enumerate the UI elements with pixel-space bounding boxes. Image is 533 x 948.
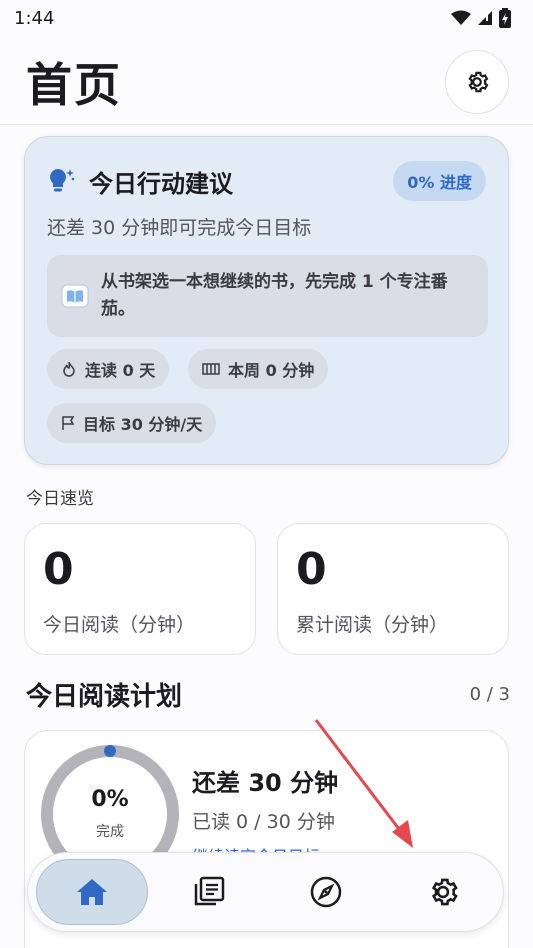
suggestion-title: 今日行动建议 [89, 169, 233, 198]
progress-badge: 0% 进度 [393, 161, 486, 201]
action-suggestion-card[interactable]: 今日行动建议 0% 进度 还差 30 分钟即可完成今日目标 从书架选一本想继续的… [24, 136, 509, 465]
header-divider [0, 124, 533, 125]
today-reading-value: 0 [43, 544, 74, 595]
header: 首页 [0, 42, 533, 122]
tip-text: 从书架选一本想继续的书，先完成 1 个专注番茄。 [101, 272, 448, 319]
week-text: 本周 0 分钟 [228, 361, 315, 380]
bottom-nav [27, 852, 504, 932]
flame-icon [63, 361, 75, 377]
plan-read-progress: 已读 0 / 30 分钟 [192, 811, 335, 833]
streak-text: 连读 0 天 [85, 361, 156, 380]
calendar-week-icon [202, 363, 220, 375]
goal-text: 目标 30 分钟/天 [83, 415, 203, 434]
library-icon [194, 876, 225, 906]
plan-header: 今日阅读计划 0 / 3 [26, 674, 510, 714]
nav-settings[interactable] [387, 859, 499, 925]
ring-label: 完成 [96, 824, 124, 840]
total-reading-card[interactable]: 0 累计阅读（分钟） [277, 523, 509, 655]
gear-icon [431, 878, 458, 906]
plan-remaining: 还差 30 分钟 [192, 769, 339, 797]
plan-title: 今日阅读计划 [26, 681, 183, 712]
suggestion-subtitle: 还差 30 分钟即可完成今日目标 [47, 217, 312, 239]
today-reading-card[interactable]: 0 今日阅读（分钟） [24, 523, 256, 655]
suggestion-tip[interactable]: 从书架选一本想继续的书，先完成 1 个专注番茄。 [47, 255, 488, 337]
nav-discover[interactable] [270, 859, 382, 925]
status-bar: 1:44 [0, 0, 533, 36]
streak-chip: 连读 0 天 [47, 349, 170, 389]
lightbulb-icon [50, 169, 75, 192]
home-icon [77, 879, 107, 905]
status-time: 1:44 [14, 7, 55, 29]
goal-chip: 目标 30 分钟/天 [47, 403, 217, 443]
book-icon [61, 284, 89, 308]
battery-icon [499, 8, 511, 28]
nav-library[interactable] [153, 859, 265, 925]
signal-icon [478, 11, 492, 25]
wifi-icon [451, 10, 471, 25]
week-chip: 本周 0 分钟 [188, 349, 329, 389]
page-title: 首页 [26, 58, 122, 112]
overview-label: 今日速览 [26, 489, 94, 509]
flag-icon [62, 416, 75, 430]
ring-percent: 0% [91, 787, 129, 812]
settings-button[interactable] [445, 50, 509, 114]
today-reading-label: 今日阅读（分钟） [43, 614, 196, 636]
compass-icon [310, 876, 342, 908]
suggestion-header: 今日行动建议 0% 进度 [47, 161, 486, 201]
plan-count: 0 / 3 [469, 683, 510, 705]
total-reading-value: 0 [296, 544, 327, 595]
total-reading-label: 累计阅读（分钟） [296, 614, 449, 636]
nav-home[interactable] [36, 859, 148, 925]
status-icons [451, 8, 511, 28]
gear-icon [468, 71, 489, 93]
